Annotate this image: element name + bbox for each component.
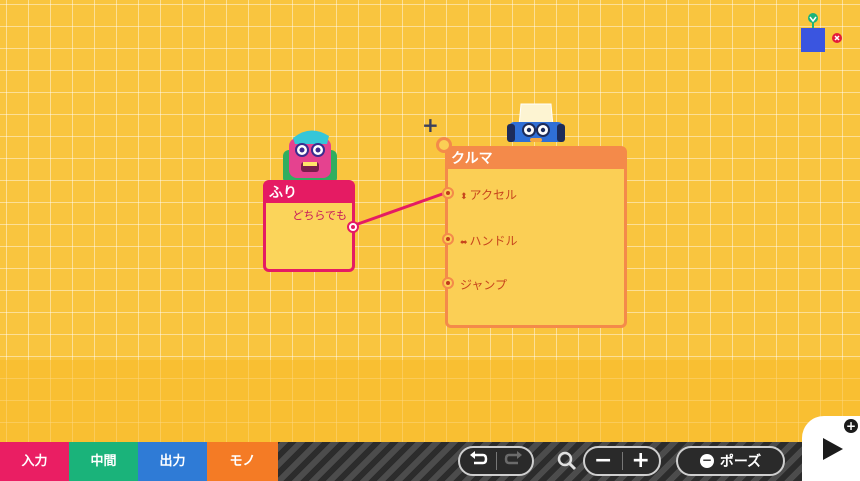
pause-button[interactable]: − ポーズ xyxy=(676,446,785,476)
minus-circle-icon: − xyxy=(699,453,714,468)
car-nodon-character-icon[interactable] xyxy=(505,100,567,148)
object-minimap-icon[interactable] xyxy=(799,12,845,54)
accel-input-port[interactable] xyxy=(442,187,454,199)
undo-button[interactable] xyxy=(460,450,496,472)
furi-node[interactable]: ふり どちらでも xyxy=(263,180,359,272)
car-node[interactable]: クルマ ⬍ アクセル ⬌ ハンドル ジャンプ xyxy=(442,146,627,328)
tab-input[interactable]: 入力 xyxy=(0,442,69,481)
redo-button[interactable] xyxy=(496,450,532,472)
play-icon xyxy=(823,438,843,460)
tab-object[interactable]: モノ xyxy=(207,442,278,481)
steer-input-port[interactable] xyxy=(442,233,454,245)
car-node-title: クルマ xyxy=(448,149,624,169)
furi-output-label: どちらでも xyxy=(292,209,347,222)
furi-nodon-character-icon[interactable] xyxy=(277,128,343,184)
zoom-in-button[interactable]: + xyxy=(622,448,659,474)
horizontal-arrows-icon: ⬌ xyxy=(460,238,468,248)
tab-middle[interactable]: 中間 xyxy=(69,442,138,481)
zoom-out-button[interactable]: − xyxy=(585,448,622,474)
magnifier-icon xyxy=(557,451,577,471)
add-cursor-icon: + xyxy=(422,113,439,137)
jump-input-label: ジャンプ xyxy=(460,278,508,292)
furi-node-title: ふり xyxy=(266,183,352,203)
jump-input-port[interactable] xyxy=(442,277,454,289)
redo-icon xyxy=(504,450,523,464)
vertical-arrows-icon: ⬍ xyxy=(460,192,468,202)
undo-redo-group xyxy=(458,446,534,476)
pause-label: ポーズ xyxy=(719,454,762,470)
play-plus-icon: + xyxy=(844,419,858,433)
tab-output[interactable]: 出力 xyxy=(138,442,207,481)
accel-input-label: ⬍ アクセル xyxy=(460,188,517,202)
undo-icon xyxy=(469,450,488,464)
steer-input-label: ⬌ ハンドル xyxy=(460,234,518,248)
car-node-connector-icon[interactable] xyxy=(436,137,452,153)
connection-wire xyxy=(353,190,450,227)
zoom-group: − + xyxy=(583,446,661,476)
furi-output-port[interactable] xyxy=(347,221,359,233)
wire-furi-to-accel[interactable] xyxy=(353,190,450,227)
